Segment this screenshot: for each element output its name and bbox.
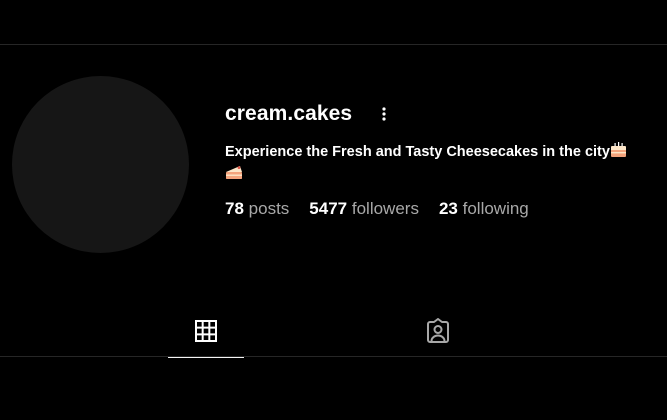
top-divider	[0, 44, 667, 45]
posts-stat[interactable]: 78 posts	[225, 199, 289, 219]
username-row: cream.cakes	[225, 102, 392, 126]
tab-divider	[0, 356, 667, 357]
avatar[interactable]	[12, 76, 189, 253]
birthday-cake-icon	[610, 142, 627, 164]
followers-stat[interactable]: 5477 followers	[309, 199, 419, 219]
posts-count: 78	[225, 199, 244, 218]
followers-label: followers	[351, 199, 419, 218]
following-stat[interactable]: 23 following	[439, 199, 529, 219]
tab-posts-grid[interactable]	[168, 305, 244, 358]
tagged-user-icon	[427, 318, 449, 343]
bio: Experience the Fresh and Tasty Cheesecak…	[225, 142, 657, 186]
following-count: 23	[438, 199, 458, 218]
bio-text: Experience the Fresh and Tasty Cheesecak…	[225, 144, 610, 160]
posts-label: posts	[248, 199, 290, 218]
more-options-button[interactable]	[376, 103, 392, 125]
tab-tagged[interactable]	[400, 305, 476, 357]
more-vertical-icon	[382, 107, 386, 121]
grid-icon	[195, 320, 217, 342]
followers-count: 5477	[309, 199, 348, 218]
cake-slice-icon	[225, 165, 243, 186]
following-label: following	[462, 199, 529, 218]
profile-stats: 78 posts 5477 followers 23 following	[225, 199, 549, 219]
username: cream.cakes	[225, 102, 353, 125]
